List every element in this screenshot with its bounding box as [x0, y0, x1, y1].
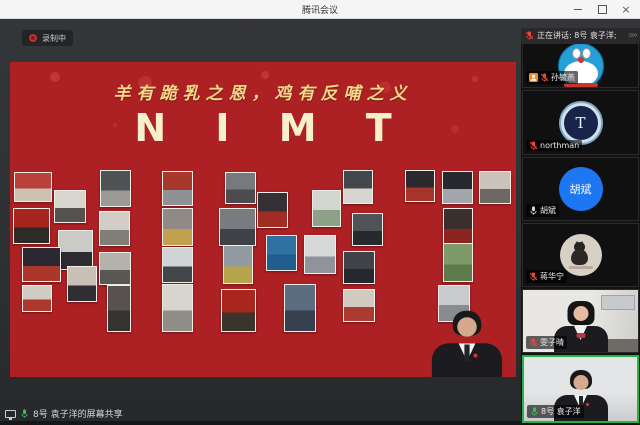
- collage-photo: [312, 190, 341, 227]
- collage-photo: [162, 247, 193, 283]
- collage-photo: [257, 192, 288, 228]
- collage-photo: [352, 213, 383, 246]
- share-info-bar: 8号 袁子洋的屏幕共享: [5, 407, 123, 420]
- window-titlebar: 腾讯会议 ×: [0, 0, 640, 19]
- participant-tile[interactable]: 8号 袁子洋: [522, 355, 639, 423]
- collage-photo: [225, 172, 256, 204]
- collage-photo: [343, 251, 375, 284]
- window-controls: ×: [566, 0, 638, 18]
- participant-name: 雯子晴: [540, 337, 564, 348]
- speaking-status-bar: 正在讲话: 8号 袁子洋; »»: [521, 28, 640, 43]
- collage-photo: [99, 252, 131, 285]
- collage-photo: [67, 266, 97, 302]
- mic-muted-icon: [529, 338, 538, 347]
- participant-tile[interactable]: 雯子晴: [522, 289, 639, 353]
- participant-name: 8号 袁子洋: [541, 406, 581, 417]
- collage-photo: [54, 190, 86, 223]
- collage-photo: [162, 171, 193, 206]
- share-label: 8号 袁子洋的屏幕共享: [33, 407, 123, 420]
- collage-photo: [221, 289, 256, 332]
- speaking-label: 正在讲话: 8号 袁子洋;: [537, 30, 625, 41]
- participants-sidebar: 正在讲话: 8号 袁子洋; »» 孙毓燕T northman胡斌 胡斌 蒋华宁 …: [521, 28, 640, 425]
- participant-name-tag: 8号 袁子洋: [527, 405, 584, 418]
- mic-icon: [530, 407, 539, 416]
- participant-name-tag: northman: [526, 140, 582, 151]
- collage-photo: [304, 235, 336, 274]
- participant-name: northman: [540, 141, 579, 150]
- participant-tile[interactable]: 孙毓燕: [522, 43, 639, 88]
- collage-photo: [443, 243, 473, 282]
- maximize-icon: [598, 5, 607, 14]
- maximize-button[interactable]: [590, 0, 614, 18]
- participant-name: 孙毓燕: [551, 72, 575, 83]
- presenter-face: [457, 317, 477, 337]
- participant-name: 蒋华宁: [540, 271, 564, 282]
- collage-photo: [107, 285, 131, 332]
- collage-photo: [13, 208, 50, 244]
- close-icon: ×: [621, 4, 630, 15]
- mic-muted-icon: [529, 272, 538, 281]
- collage-photo: [22, 285, 52, 312]
- participant-name: 胡斌: [540, 205, 556, 216]
- letter-avatar: T: [561, 103, 601, 143]
- collage-photo: [162, 208, 193, 246]
- participant-tile[interactable]: T northman: [522, 90, 639, 155]
- collage-photo: [442, 171, 473, 204]
- participant-name-tag: 胡斌: [526, 204, 559, 217]
- collage-photo: [443, 208, 473, 246]
- screen-share-icon: [5, 410, 16, 418]
- presenter-suit: [432, 343, 502, 377]
- collage-photo: [22, 247, 61, 282]
- participant-tile[interactable]: 胡斌 胡斌: [522, 157, 639, 221]
- collage-photo: [14, 172, 52, 202]
- presenter-person: [422, 309, 513, 377]
- collage-photo: [219, 208, 256, 246]
- participant-name-tag: 雯子晴: [526, 336, 567, 349]
- mic-muted-icon: [525, 31, 534, 40]
- share-audio-mic-icon: [20, 409, 29, 418]
- slide-nimt-title: N I M T: [10, 106, 516, 150]
- name-avatar: 胡斌: [559, 167, 603, 211]
- collage-photo: [58, 230, 93, 270]
- collage-photo: [223, 245, 253, 284]
- participant-name-tag: 蒋华宁: [526, 270, 567, 283]
- collage-photo: [405, 170, 435, 202]
- collage-photo: [99, 211, 130, 246]
- mic-muted-icon: [540, 73, 549, 82]
- collage-photo: [479, 171, 511, 204]
- recording-label: 录制中: [42, 33, 66, 44]
- screen-share-view: 羊有跪乳之恩，鸡有反哺之义 N I M T: [10, 62, 516, 377]
- minimize-button[interactable]: [566, 0, 590, 18]
- collage-photo: [162, 284, 193, 332]
- host-badge-icon: [529, 73, 538, 82]
- slide-title-line: 羊有跪乳之恩，鸡有反哺之义: [10, 79, 516, 104]
- recording-dot-icon: [29, 34, 37, 42]
- recording-badge[interactable]: 录制中: [22, 30, 73, 46]
- collage-photo: [284, 284, 316, 332]
- bottom-strip: [0, 421, 521, 425]
- collage-photo: [343, 289, 375, 322]
- window-title: 腾讯会议: [302, 3, 338, 16]
- minimize-icon: [574, 9, 582, 10]
- collapse-sidebar-icon[interactable]: »»: [628, 31, 636, 41]
- mic-icon: [20, 409, 29, 418]
- collage-photo: [100, 170, 131, 207]
- participant-tile[interactable]: 蒋华宁: [522, 223, 639, 287]
- mic-muted-icon: [529, 141, 538, 150]
- presenter-cutout: [428, 307, 506, 377]
- participant-name-tag: 孙毓燕: [526, 71, 578, 84]
- meeting-app-window: 腾讯会议 × 录制中 羊有跪乳之恩，鸡有反哺之义 N I M T: [0, 0, 640, 425]
- collage-photo: [343, 170, 373, 204]
- close-button[interactable]: ×: [614, 0, 638, 18]
- mic-icon: [529, 206, 538, 215]
- speaking-mic-icon: [525, 31, 534, 40]
- collage-photo: [266, 235, 297, 271]
